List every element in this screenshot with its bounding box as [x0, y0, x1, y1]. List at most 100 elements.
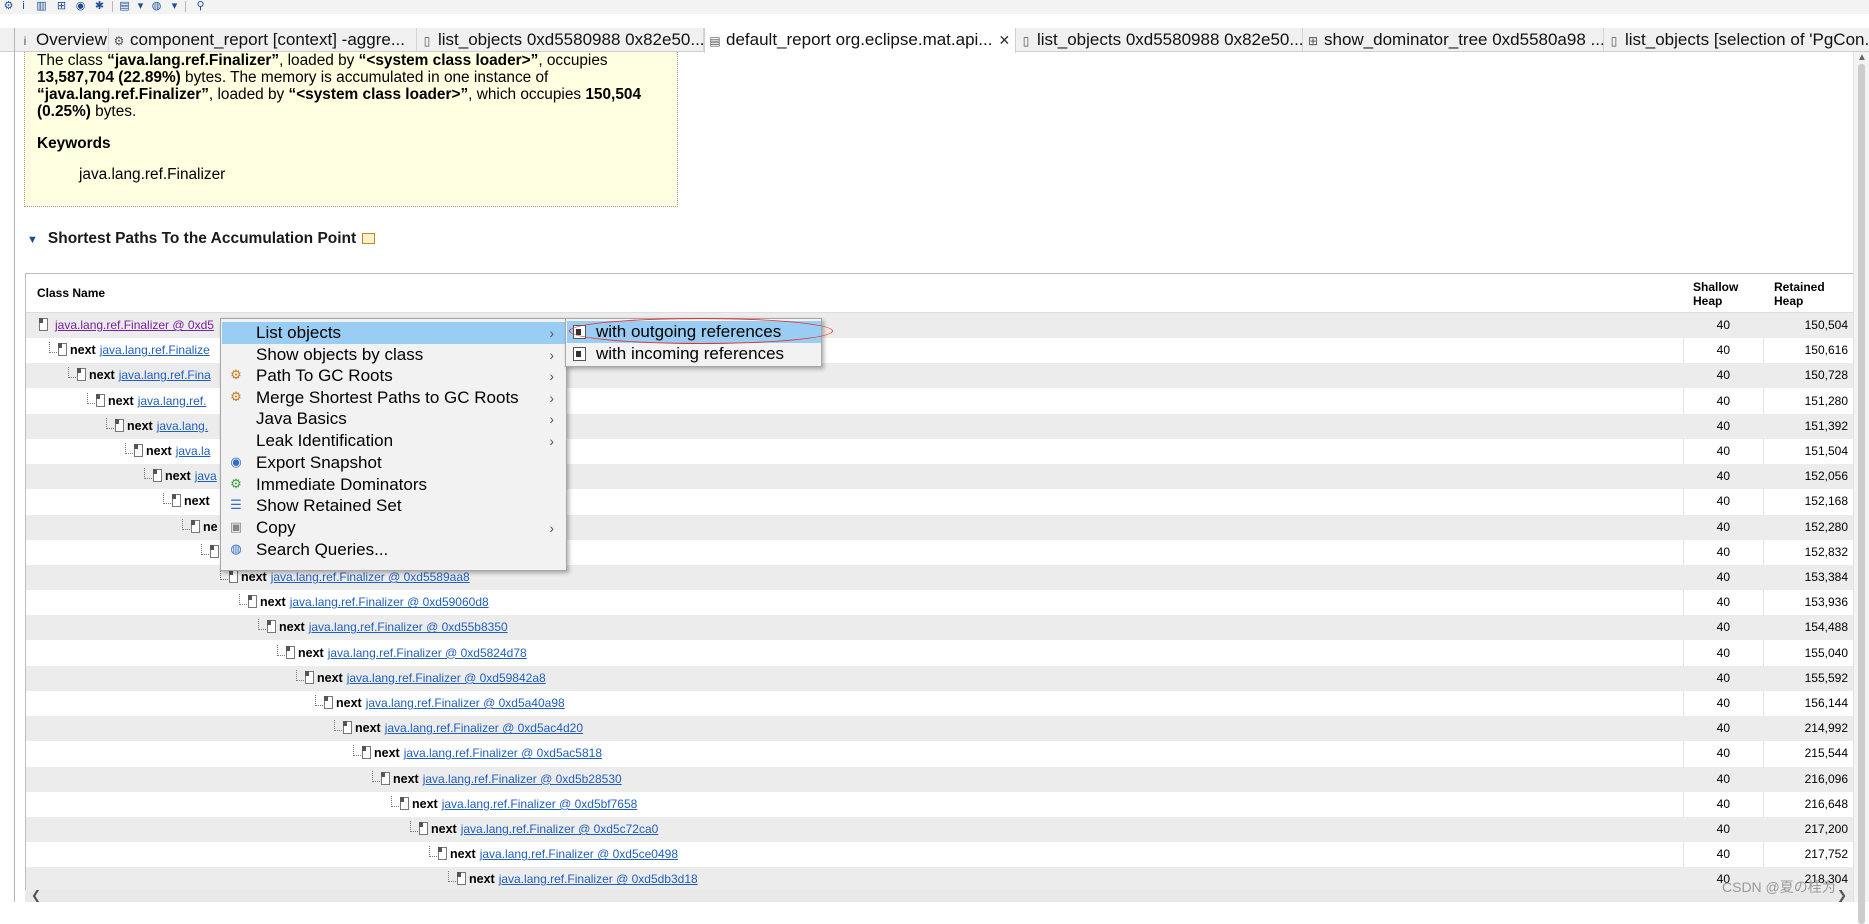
class-name-cell[interactable]: next java.lang.ref.Finalizer @ 0xd5b28530: [393, 767, 622, 792]
menu-item-show-retained-set[interactable]: ☰ Show Retained Set: [222, 495, 566, 517]
table-row[interactable]: next java.lang.ref.Finalizer @ 0xd5824d78…: [26, 641, 1856, 666]
scroll-up-icon[interactable]: ▲: [1857, 52, 1867, 63]
table-row[interactable]: next java.lang.ref.Finalizer @ 0xd5c72ca0…: [26, 817, 1856, 842]
chevron-down-icon[interactable]: ▾: [134, 0, 147, 12]
class-name-cell[interactable]: next java.lang.ref.Finalizer @ 0xd5db3d18: [469, 867, 698, 892]
menu-item-immediate-dominators[interactable]: ⚙ Immediate Dominators: [222, 474, 566, 496]
table-row[interactable]: next java.lang.ref.Finalizer @ 0xd5db3d18…: [26, 867, 1856, 893]
menu-item-with-incoming-references[interactable]: with incoming references: [567, 343, 821, 365]
section-heading[interactable]: ▼ Shortest Paths To the Accumulation Poin…: [27, 230, 376, 248]
heap-dump-overview-icon[interactable]: ✱: [93, 0, 106, 12]
object-link[interactable]: java.lang.ref.Finalizer @ 0xd5ce0498: [480, 847, 678, 861]
histogram-icon[interactable]: ▥: [35, 0, 48, 12]
class-name-cell[interactable]: next java.lang.ref.Finalizer @ 0xd5a40a98: [336, 691, 565, 716]
class-name-cell[interactable]: next java.lang.ref.Finalizer @ 0xd5ce0498: [450, 842, 678, 867]
class-name-cell[interactable]: next java.lang.ref.Finalizer @ 0xd55b8350: [279, 615, 508, 640]
object-link[interactable]: java.lang.ref.Finalize: [100, 343, 210, 357]
table-row[interactable]: next java.lang.ref.Finalizer @ 0xd5a40a98…: [26, 691, 1856, 716]
object-link[interactable]: java.lang.ref.Finalizer @ 0xd59060d8: [290, 595, 489, 609]
class-name-cell[interactable]: next java.lang.ref.Finalizer @ 0xd5ac5818: [374, 741, 602, 766]
table-row[interactable]: next java.lang.ref.Finalizer @ 0xd5ce0498…: [26, 842, 1856, 867]
object-link[interactable]: java.lang.ref.: [138, 394, 207, 408]
table-row[interactable]: next java.lang.ref.Finalizer @ 0xd5ac4d20…: [26, 716, 1856, 742]
field-name: next: [450, 847, 476, 862]
tab-list-objects-selection[interactable]: ▯ list_objects [selection of 'PgCon...: [1604, 28, 1869, 52]
class-name-cell[interactable]: next java.lang.ref.Finalizer @ 0xd5c72ca0: [431, 817, 658, 842]
object-link[interactable]: java.lang.ref.Finalizer @ 0xd5ac5818: [404, 746, 602, 760]
class-name-cell[interactable]: next java.lang.ref.: [108, 389, 206, 414]
class-name-cell[interactable]: ne: [203, 515, 222, 540]
object-link[interactable]: java.la: [176, 444, 211, 458]
collapse-triangle-icon[interactable]: ▼: [27, 234, 38, 246]
table-row[interactable]: next java.lang.ref.Finalizer @ 0xd59842a8…: [26, 665, 1856, 691]
column-shallow-heap[interactable]: Shallow Heap: [1693, 280, 1738, 308]
tab-component-report[interactable]: ⚙ component_report [context] -aggre...: [109, 28, 417, 52]
menu-item-copy[interactable]: ▣ Copy ›: [222, 517, 566, 539]
menu-item-search-queries[interactable]: ◍ Search Queries...: [222, 539, 566, 561]
class-name-cell[interactable]: next: [184, 489, 214, 514]
scroll-right-icon[interactable]: ❯: [1837, 888, 1847, 902]
object-link[interactable]: java: [195, 469, 217, 483]
object-link[interactable]: java.lang.ref.Finalizer @ 0xd5a40a98: [366, 696, 565, 710]
object-link[interactable]: java.lang.ref.Finalizer @ 0xd5c72ca0: [461, 822, 659, 836]
table-row[interactable]: next java.lang.ref.Finalizer @ 0xd59060d8…: [26, 590, 1856, 615]
menu-item-path-to-gc-roots[interactable]: ⚙ Path To GC Roots ›: [222, 365, 566, 387]
info-icon[interactable]: i: [17, 0, 30, 12]
table-row[interactable]: next java.lang.ref.Finalizer @ 0xd5ac5818…: [26, 741, 1856, 766]
object-link[interactable]: java.lang.ref.Finalizer @ 0xd5ac4d20: [385, 721, 583, 735]
tab-list-objects[interactable]: ▯ list_objects 0xd5580988 0x82e50...: [417, 28, 704, 52]
menu-item-leak-identification[interactable]: Leak Identification ›: [222, 430, 566, 452]
object-link[interactable]: java.lang.: [157, 419, 208, 433]
object-link[interactable]: java.lang.ref.Finalizer @ 0xd5589aa8: [271, 570, 470, 584]
incoming-references-icon: [573, 347, 586, 361]
tab-show-dominator-tree[interactable]: ⊞ show_dominator_tree 0xd5580a98 ...: [1303, 28, 1604, 52]
menu-item-java-basics[interactable]: Java Basics ›: [222, 408, 566, 430]
class-name-cell[interactable]: next java.lang.ref.Finalizer @ 0xd59060d8: [260, 590, 489, 615]
object-link[interactable]: java.lang.ref.Finalizer @ 0xd5b28530: [423, 772, 622, 786]
object-link[interactable]: java.lang.ref.Finalizer @ 0xd5: [55, 318, 214, 332]
object-link[interactable]: java.lang.ref.Finalizer @ 0xd5824d78: [328, 646, 527, 660]
object-link[interactable]: java.lang.ref.Finalizer @ 0xd59842a8: [347, 671, 546, 685]
menu-item-list-objects[interactable]: List objects ›: [222, 322, 566, 344]
table-row[interactable]: next java.lang.ref.Finalizer @ 0xd5b28530…: [26, 766, 1856, 792]
tab-overview[interactable]: i Overview: [15, 28, 109, 52]
class-name-cell[interactable]: next java.lang.ref.Finalizer @ 0xd5ac4d20: [355, 716, 583, 741]
toolbar-icon[interactable]: ⚙: [2, 0, 15, 12]
column-retained-heap[interactable]: Retained Heap: [1774, 280, 1825, 308]
object-link[interactable]: java.lang.ref.Fina: [119, 368, 211, 382]
class-name-cell[interactable]: next java.la: [146, 439, 210, 464]
class-name-cell[interactable]: next java: [165, 464, 217, 489]
object-link[interactable]: java.lang.ref.Finalizer @ 0xd5db3d18: [499, 872, 698, 886]
tab-default-report[interactable]: ▤ default_report org.eclipse.mat.api... ✕: [704, 28, 1016, 53]
query-browser-icon[interactable]: ◍: [150, 0, 163, 12]
class-name-cell[interactable]: java.lang.ref.Finalizer @ 0xd5: [51, 313, 214, 338]
retained-heap-cell: 151,504: [1804, 444, 1848, 458]
details-icon[interactable]: [362, 233, 376, 245]
oql-icon[interactable]: ◉: [74, 0, 87, 12]
tab-list-objects-2[interactable]: ▯ list_objects 0xd5580988 0x82e50...: [1016, 28, 1303, 52]
class-name-cell[interactable]: next java.lang.ref.Finalizer @ 0xd59842a8: [317, 666, 546, 691]
horizontal-scrollbar[interactable]: ❮ ❯: [25, 888, 1853, 902]
menu-item-show-objects-by-class[interactable]: Show objects by class ›: [222, 344, 566, 366]
close-icon[interactable]: ✕: [998, 28, 1010, 52]
class-name-cell[interactable]: next java.lang.ref.Finalizer @ 0xd5bf7658: [412, 792, 637, 817]
object-link[interactable]: java.lang.ref.Finalizer @ 0xd55b8350: [309, 620, 508, 634]
menu-item-merge-shortest-paths[interactable]: ⚙ Merge Shortest Paths to GC Roots ›: [222, 387, 566, 409]
class-name-cell[interactable]: next java.lang.ref.Finalizer @ 0xd5824d78: [298, 641, 527, 666]
object-link[interactable]: java.lang.ref.Finalizer @ 0xd5bf7658: [442, 797, 638, 811]
vertical-scrollbar[interactable]: ▲: [1853, 52, 1869, 924]
column-class-name[interactable]: Class Name: [37, 286, 105, 300]
menu-item-export-snapshot[interactable]: ◉ Export Snapshot: [222, 452, 566, 474]
class-name-cell[interactable]: next java.lang.: [127, 414, 208, 439]
scrollbar-thumb[interactable]: [1858, 64, 1865, 924]
class-name-cell[interactable]: next java.lang.ref.Fina: [89, 363, 211, 388]
chevron-down-icon[interactable]: ▾: [168, 0, 181, 12]
shallow-heap-cell: 40: [1716, 519, 1730, 534]
dominator-tree-icon[interactable]: ⊞: [55, 0, 68, 12]
table-row[interactable]: next java.lang.ref.Finalizer @ 0xd5bf7658…: [26, 792, 1856, 817]
run-report-icon[interactable]: ▤: [118, 0, 131, 12]
class-name-cell[interactable]: next java.lang.ref.Finalize: [70, 338, 210, 363]
scroll-left-icon[interactable]: ❮: [31, 888, 41, 902]
search-icon[interactable]: ⚲: [194, 0, 207, 12]
table-row[interactable]: next java.lang.ref.Finalizer @ 0xd55b8350…: [26, 615, 1856, 641]
